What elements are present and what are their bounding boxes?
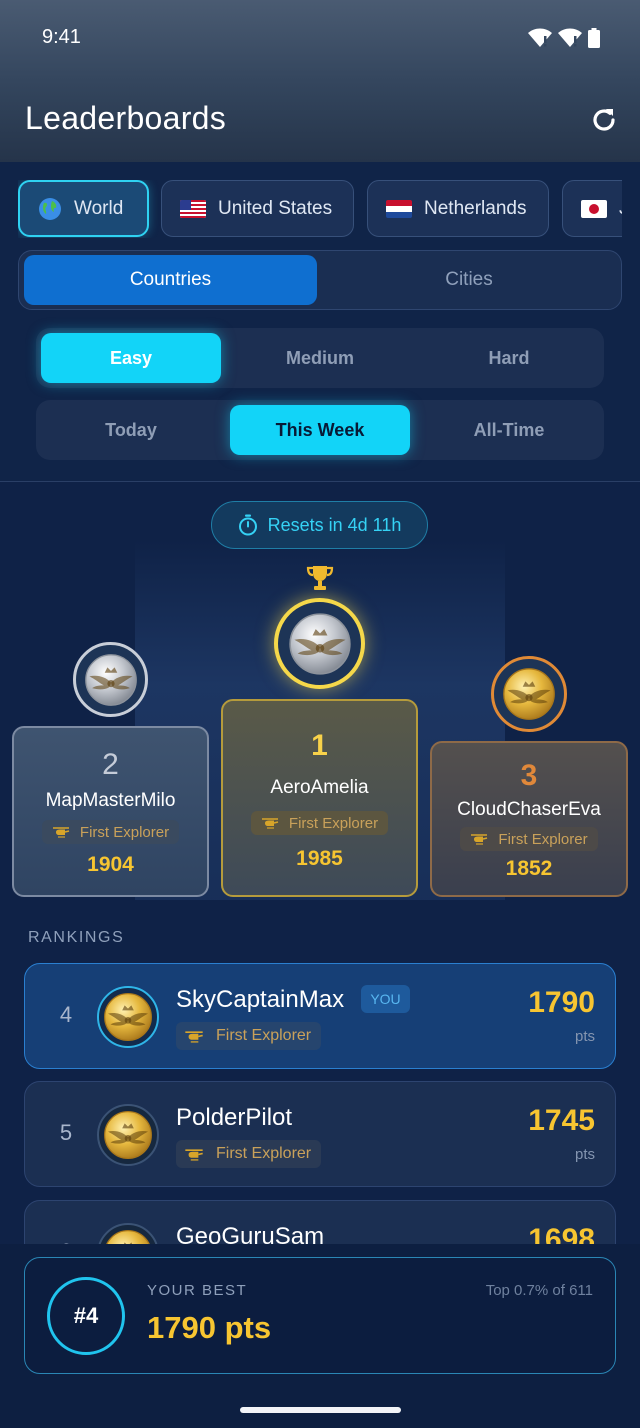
podium-third[interactable]: 3 CloudChaserEva First Explorer 1852 — [430, 741, 628, 897]
reset-timer-badge: Resets in 4d 11h — [211, 501, 428, 549]
helicopter-icon — [261, 818, 279, 829]
podium-second-name: MapMasterMilo — [45, 790, 176, 811]
gold-wings-icon — [503, 668, 555, 720]
row-score: 1745 — [528, 1104, 595, 1137]
helicopter-icon — [185, 1030, 203, 1043]
rankings-heading: RANKINGS — [28, 929, 125, 946]
status-time: 9:41 — [42, 26, 81, 48]
podium-third-badge: First Explorer — [460, 827, 598, 851]
podium-third-rank: 3 — [520, 759, 538, 792]
podium-second-score: 1904 — [87, 853, 134, 876]
chip-nl-label: Netherlands — [424, 197, 527, 219]
segment-cities[interactable]: Cities — [320, 255, 618, 305]
home-indicator[interactable] — [240, 1407, 401, 1413]
ranking-row[interactable]: 5 PolderPilot First Explorer 1745 pts — [24, 1081, 616, 1187]
podium-second[interactable]: 2 MapMasterMilo First Explorer 1904 — [12, 726, 209, 897]
reset-timer-text: Resets in 4d 11h — [267, 514, 402, 535]
podium-first-score: 1985 — [296, 847, 343, 870]
helicopter-icon — [185, 1148, 203, 1161]
globe-icon — [39, 197, 61, 220]
row-score: 1790 — [528, 986, 595, 1019]
your-best-percentile: Top 0.7% of 611 — [485, 1282, 593, 1299]
second-place-medal — [73, 642, 148, 717]
your-best-score: 1790 pts — [147, 1310, 272, 1345]
period-today[interactable]: Today — [41, 405, 221, 455]
difficulty-medium[interactable]: Medium — [226, 333, 414, 383]
podium-third-score: 1852 — [505, 857, 553, 880]
row-title-badge-label: First Explorer — [216, 1027, 312, 1044]
chip-world[interactable]: World — [18, 180, 149, 237]
chip-jp-label: J — [619, 198, 622, 220]
wifi-icon — [528, 28, 552, 47]
podium-third-badge-label: First Explorer — [498, 830, 588, 848]
difficulty-hard[interactable]: Hard — [419, 333, 599, 383]
chip-world-label: World — [74, 197, 124, 219]
gold-wings-icon — [104, 1111, 152, 1159]
segment-countries[interactable]: Countries — [24, 255, 317, 305]
podium-second-badge-label: First Explorer — [79, 823, 170, 841]
jp-flag-icon — [581, 199, 607, 218]
period-all-time[interactable]: All-Time — [419, 405, 599, 455]
podium-first[interactable]: 1 AeroAmelia First Explorer 1985 — [221, 699, 418, 897]
first-place-medal — [274, 598, 365, 689]
silver-wings-icon — [84, 653, 137, 706]
your-best-card[interactable]: #4 YOUR BEST 1790 pts Top 0.7% of 611 — [24, 1257, 616, 1374]
podium-second-badge: First Explorer — [41, 820, 180, 844]
podium-first-name: AeroAmelia — [270, 777, 369, 798]
row-title-badge: First Explorer — [176, 1140, 322, 1168]
silver-wings-icon — [288, 612, 351, 675]
difficulty-easy[interactable]: Easy — [41, 333, 221, 383]
stopwatch-icon — [238, 514, 257, 536]
region-chips: World United States Netherlands J — [18, 180, 622, 238]
chip-netherlands[interactable]: Netherlands — [367, 180, 549, 237]
podium-second-rank: 2 — [102, 748, 119, 781]
status-icons — [528, 28, 600, 48]
row-score-unit: pts — [574, 1146, 595, 1163]
period-this-week[interactable]: This Week — [230, 405, 410, 455]
gold-wings-icon — [104, 993, 152, 1041]
your-best-label: YOUR BEST — [147, 1282, 248, 1299]
your-best-position: #4 — [47, 1277, 125, 1355]
helicopter-icon — [52, 827, 70, 838]
podium-first-badge-label: First Explorer — [288, 814, 379, 832]
trophy-icon — [306, 566, 334, 590]
page-title: Leaderboards — [25, 100, 227, 136]
row-medal — [97, 986, 159, 1048]
row-player-name: PolderPilot — [176, 1104, 293, 1131]
period-selector: Today This Week All-Time — [36, 400, 604, 460]
row-rank: 4 — [59, 1002, 73, 1027]
podium-first-badge: First Explorer — [250, 811, 389, 835]
refresh-button[interactable] — [588, 104, 620, 136]
chip-us-label: United States — [218, 197, 333, 219]
signal-icon — [558, 28, 582, 47]
row-title-badge-label: First Explorer — [216, 1145, 312, 1162]
row-medal — [97, 1104, 159, 1166]
app-header: 9:41 Leaderboards — [0, 0, 640, 162]
podium-first-rank: 1 — [311, 729, 328, 762]
helicopter-icon — [471, 834, 488, 845]
row-title-badge: First Explorer — [176, 1022, 322, 1050]
difficulty-selector: Easy Medium Hard — [36, 328, 604, 388]
row-score-unit: pts — [574, 1028, 595, 1045]
you-badge: YOU — [361, 985, 410, 1013]
third-place-medal — [491, 656, 567, 732]
us-flag-icon — [180, 199, 206, 218]
ranking-row-current-user[interactable]: 4 SkyCaptainMax YOU First Explorer 1790 … — [24, 963, 616, 1069]
chip-united-states[interactable]: United States — [161, 180, 354, 237]
battery-icon — [588, 28, 600, 48]
row-player-name: SkyCaptainMax — [176, 986, 345, 1013]
row-rank: 5 — [59, 1120, 73, 1145]
chip-japan[interactable]: J — [562, 180, 622, 237]
refresh-icon — [593, 109, 615, 131]
podium-third-name: CloudChaserEva — [457, 799, 601, 820]
nl-flag-icon — [386, 199, 412, 218]
